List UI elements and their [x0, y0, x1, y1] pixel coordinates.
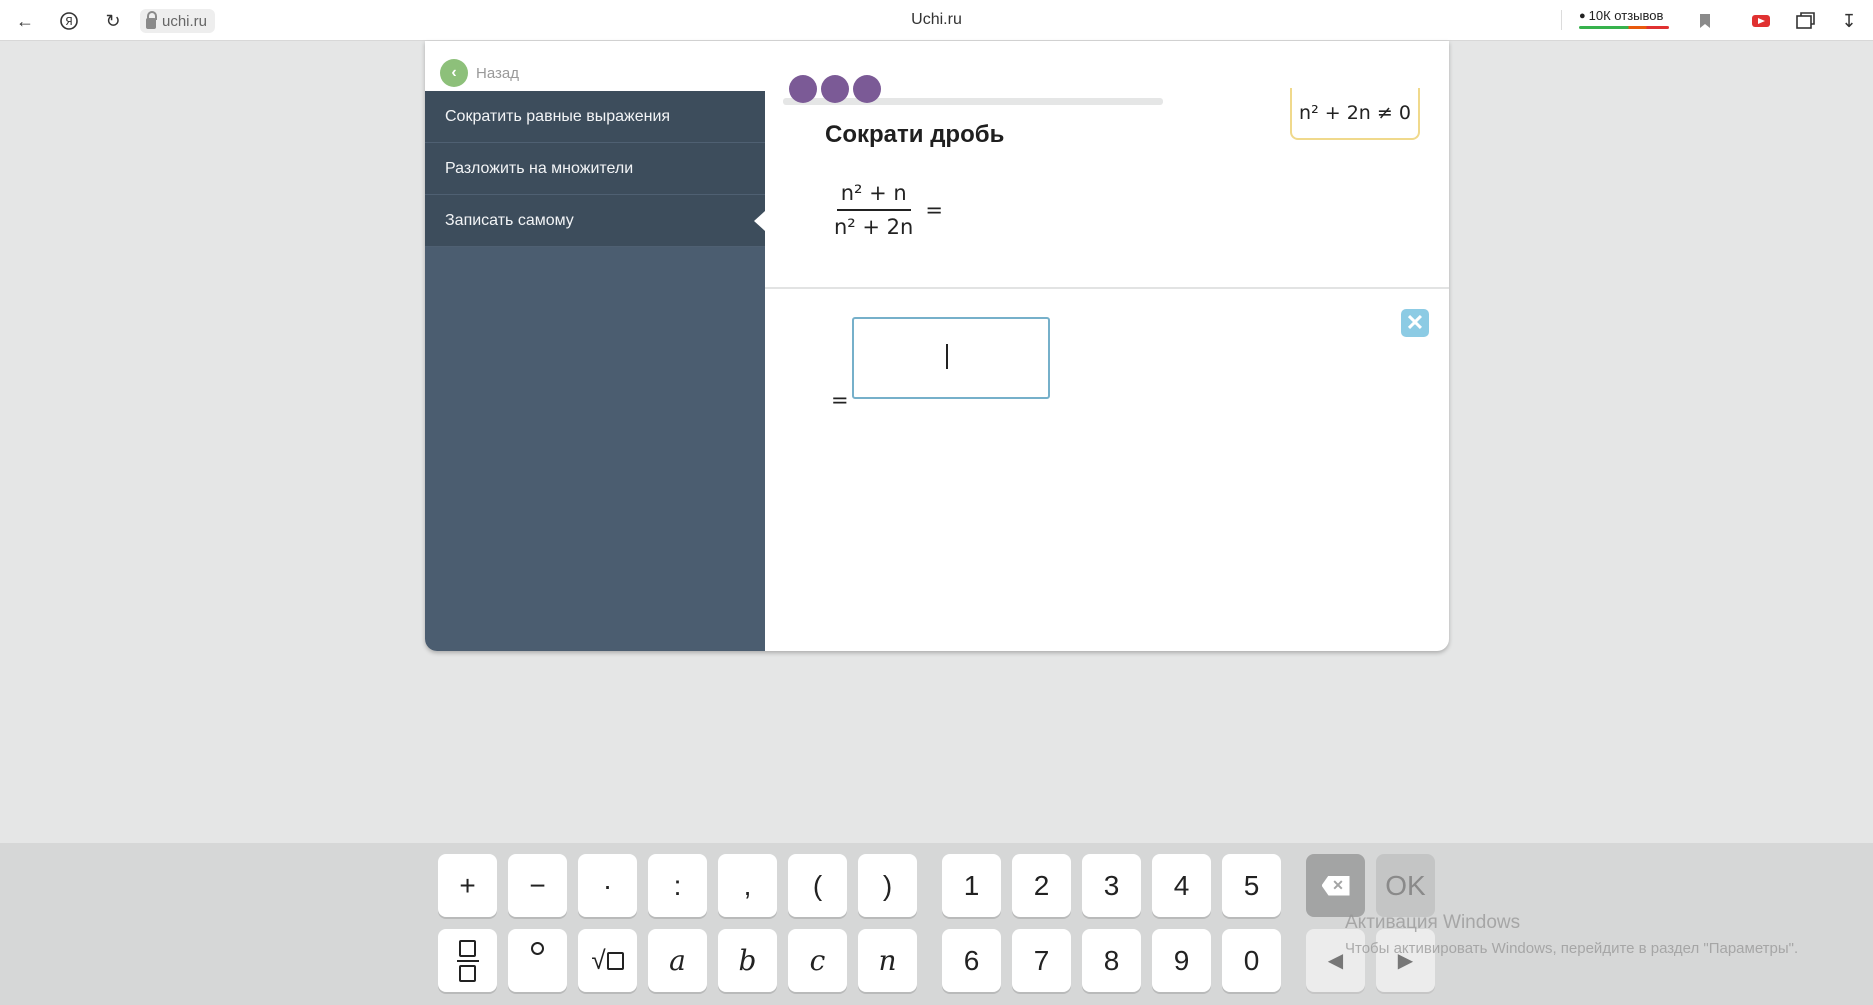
key-fraction[interactable]	[438, 929, 497, 992]
chevron-left-icon: ‹	[440, 59, 468, 87]
progress-dot	[789, 75, 817, 103]
sidebar-item-label: Сократить равные выражения	[445, 107, 671, 125]
sidebar-item-label: Записать самому	[445, 211, 574, 229]
browser-toolbar: ← Я ↻ uchi.ru Uchi.ru ● 10К отзывов ↧	[0, 0, 1873, 41]
equals-sign: =	[925, 198, 943, 222]
task-title: Сократи дробь	[825, 121, 1005, 148]
key-label: b	[738, 944, 757, 977]
key-label: 5	[1243, 869, 1260, 901]
key-label: 4	[1173, 869, 1190, 901]
watermark-subtitle: Чтобы активировать Windows, перейдите в …	[1345, 940, 1799, 957]
windows-activation-watermark: Активация Windows Чтобы активировать Win…	[1345, 912, 1798, 957]
square-root-icon: √	[591, 945, 624, 976]
backspace-button[interactable]: ✕	[1306, 854, 1365, 917]
key-label: 6	[963, 944, 980, 976]
key-close-paren[interactable]: )	[858, 854, 917, 917]
key-digit-0[interactable]: 0	[1222, 929, 1281, 992]
fraction-icon	[456, 939, 479, 982]
key-digit-3[interactable]: 3	[1082, 854, 1141, 917]
key-label: 2	[1033, 869, 1050, 901]
arrow-left-icon: ◀	[1327, 950, 1344, 972]
key-label: :	[673, 869, 682, 901]
fraction-numerator: n² + n	[836, 181, 911, 211]
key-label: )	[882, 869, 893, 901]
key-label: ,	[743, 869, 752, 901]
key-var-a[interactable]: a	[648, 929, 707, 992]
key-label: −	[529, 869, 546, 901]
section-divider	[765, 287, 1449, 289]
task-progress	[763, 58, 1167, 105]
domain-condition-hint: n² + 2n ≠ 0	[1290, 88, 1420, 140]
progress-dot	[853, 75, 881, 103]
key-power[interactable]	[508, 929, 567, 992]
speech-bubble-icon: ●	[1579, 9, 1586, 22]
ok-button[interactable]: OK	[1376, 854, 1435, 917]
extension-icon[interactable]	[1748, 8, 1774, 34]
exponent-icon	[531, 942, 544, 955]
key-label: 7	[1033, 944, 1050, 976]
reviews-rating-bar	[1579, 26, 1669, 29]
key-digit-5[interactable]: 5	[1222, 854, 1281, 917]
key-digit-8[interactable]: 8	[1082, 929, 1141, 992]
sidebar-item-factorize[interactable]: Разложить на множители	[425, 143, 765, 195]
close-icon: ✕	[1405, 310, 1425, 335]
card-header: ‹ Назад	[425, 41, 765, 91]
clear-answer-button[interactable]: ✕	[1401, 309, 1429, 337]
reviews-badge[interactable]: ● 10К отзывов	[1579, 8, 1663, 23]
fraction-denominator: n² + 2n	[834, 215, 914, 239]
key-digit-9[interactable]: 9	[1152, 929, 1211, 992]
key-label: 9	[1173, 944, 1190, 976]
sidebar-item-label: Разложить на множители	[445, 159, 634, 177]
text-caret	[946, 344, 948, 369]
key-open-paren[interactable]: (	[788, 854, 847, 917]
key-digit-4[interactable]: 4	[1152, 854, 1211, 917]
key-digit-2[interactable]: 2	[1012, 854, 1071, 917]
key-label: 3	[1103, 869, 1120, 901]
bookmark-icon[interactable]	[1692, 8, 1718, 34]
key-var-b[interactable]: b	[718, 929, 777, 992]
key-var-n[interactable]: n	[858, 929, 917, 992]
key-label: 8	[1103, 944, 1120, 976]
key-digit-7[interactable]: 7	[1012, 929, 1071, 992]
toolbar-separator	[1561, 10, 1562, 30]
fraction-expression: n² + n n² + 2n =	[832, 181, 943, 239]
key-label: a	[669, 944, 686, 977]
ok-label: OK	[1385, 869, 1426, 901]
key-digit-1[interactable]: 1	[942, 854, 1001, 917]
watermark-title: Активация Windows	[1345, 912, 1521, 933]
key-comma[interactable]: ,	[718, 854, 777, 917]
collections-icon[interactable]	[1792, 8, 1818, 34]
key-var-c[interactable]: c	[788, 929, 847, 992]
progress-dot	[821, 75, 849, 103]
answer-equals-sign: =	[831, 388, 849, 412]
sidebar-item-reduce-equal[interactable]: Сократить равные выражения	[425, 91, 765, 143]
key-minus[interactable]: −	[508, 854, 567, 917]
method-sidebar: Сократить равные выражения Разложить на …	[425, 91, 765, 651]
lesson-card: ‹ Назад Сократить равные выражения Разло…	[425, 41, 1449, 651]
key-plus[interactable]: +	[438, 854, 497, 917]
reviews-label: 10К отзывов	[1588, 8, 1664, 23]
fraction: n² + n n² + 2n	[832, 181, 915, 239]
key-sqrt[interactable]: √	[578, 929, 637, 992]
key-divide[interactable]: :	[648, 854, 707, 917]
sidebar-item-write-yourself[interactable]: Записать самому	[425, 195, 765, 247]
key-label: (	[812, 869, 823, 901]
key-label: 0	[1243, 944, 1260, 976]
download-icon[interactable]: ↧	[1836, 8, 1862, 34]
back-label: Назад	[476, 64, 519, 82]
key-label: 1	[963, 869, 980, 901]
key-label: ·	[602, 869, 613, 901]
key-label: +	[459, 869, 476, 901]
key-label: n	[878, 944, 897, 977]
answer-input[interactable]	[852, 317, 1050, 399]
back-button[interactable]: ‹ Назад	[440, 59, 519, 87]
key-digit-6[interactable]: 6	[942, 929, 1001, 992]
key-multiply[interactable]: ·	[578, 854, 637, 917]
key-label: c	[809, 944, 826, 977]
backspace-icon: ✕	[1321, 875, 1350, 896]
